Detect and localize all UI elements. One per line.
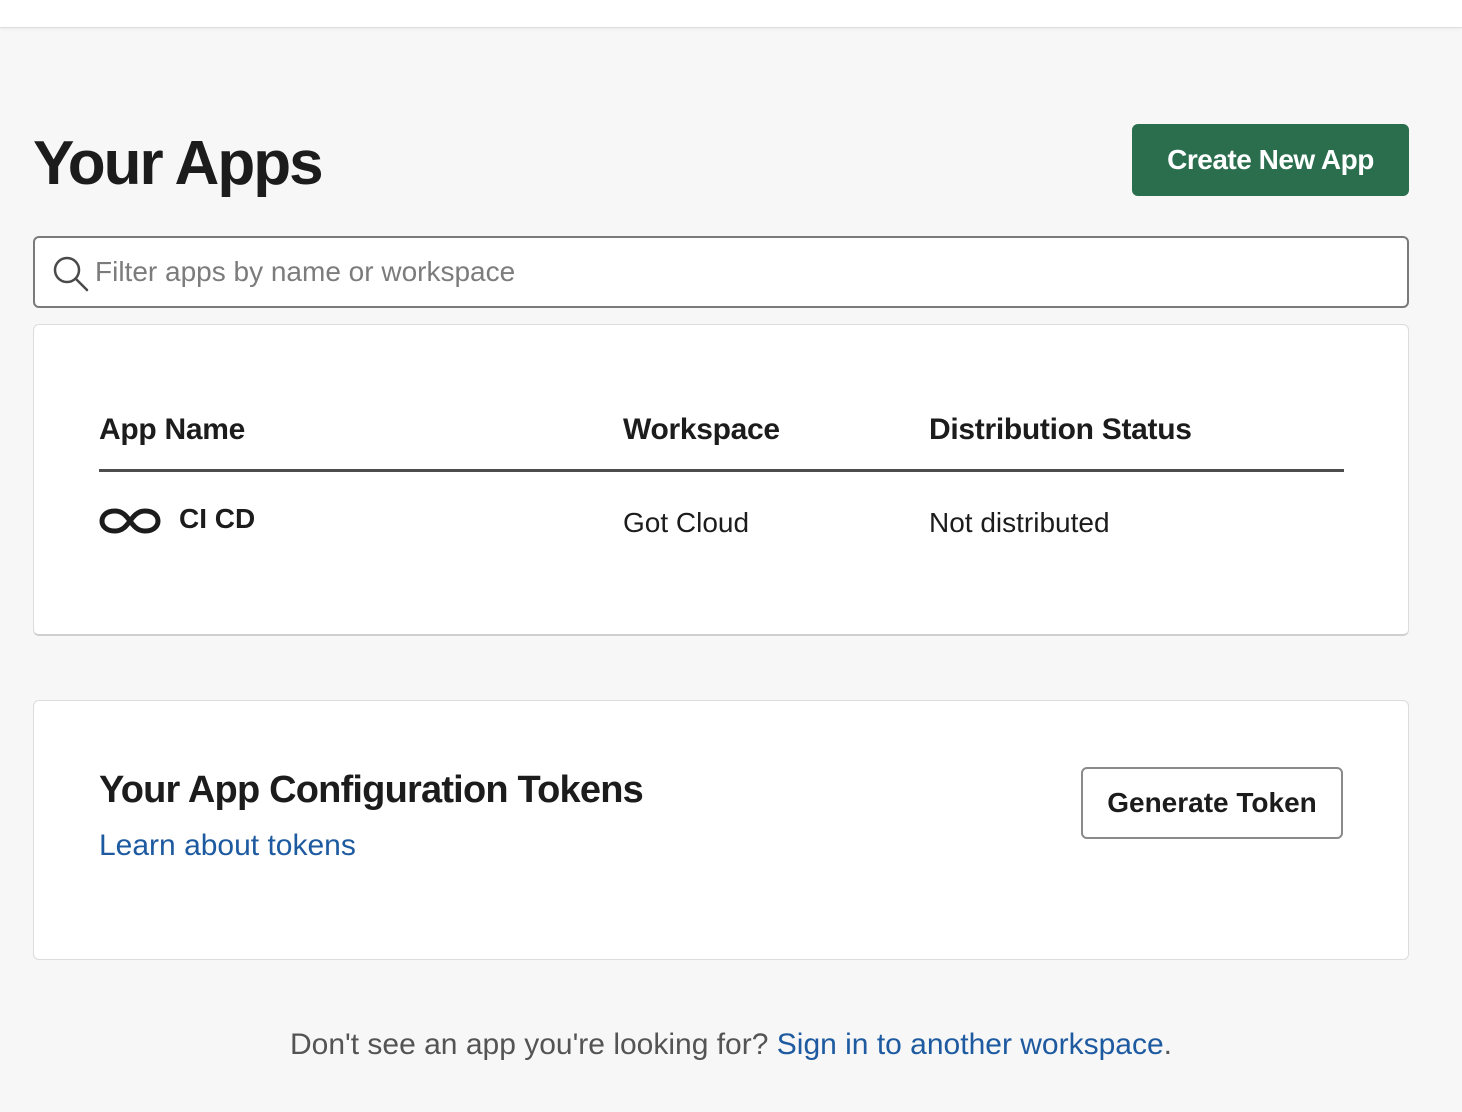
create-new-app-button[interactable]: Create New App — [1132, 124, 1409, 196]
footer-note: Don't see an app you're looking for? Sig… — [0, 1028, 1462, 1062]
infinity-icon — [99, 508, 161, 534]
filter-apps-input[interactable] — [95, 248, 1395, 296]
column-header-distribution-status: Distribution Status — [929, 413, 1192, 446]
app-workspace: Got Cloud — [623, 507, 750, 538]
app-name-link[interactable]: CI CD — [179, 503, 255, 535]
app-distribution-status: Not distributed — [929, 507, 1110, 538]
top-bar — [0, 0, 1462, 28]
footer-suffix: . — [1163, 1028, 1173, 1061]
apps-table-card: App Name Workspace Distribution Status C… — [33, 324, 1409, 636]
column-header-app-name: App Name — [99, 413, 245, 446]
tokens-title: Your App Configuration Tokens — [99, 769, 644, 811]
table-row[interactable]: CI CD Got Cloud Not distributed — [34, 495, 1408, 551]
page-title: Your Apps — [33, 129, 324, 198]
generate-token-button[interactable]: Generate Token — [1081, 767, 1343, 839]
table-header-divider — [99, 469, 1344, 472]
learn-about-tokens-link[interactable]: Learn about tokens — [99, 829, 356, 863]
configuration-tokens-card: Your App Configuration Tokens Learn abou… — [33, 700, 1409, 960]
filter-box — [33, 236, 1409, 308]
footer-text: Don't see an app you're looking for? — [289, 1028, 777, 1061]
search-icon — [53, 256, 89, 292]
sign-in-another-workspace-link[interactable]: Sign in to another workspace — [777, 1028, 1164, 1061]
column-header-workspace: Workspace — [623, 413, 780, 446]
